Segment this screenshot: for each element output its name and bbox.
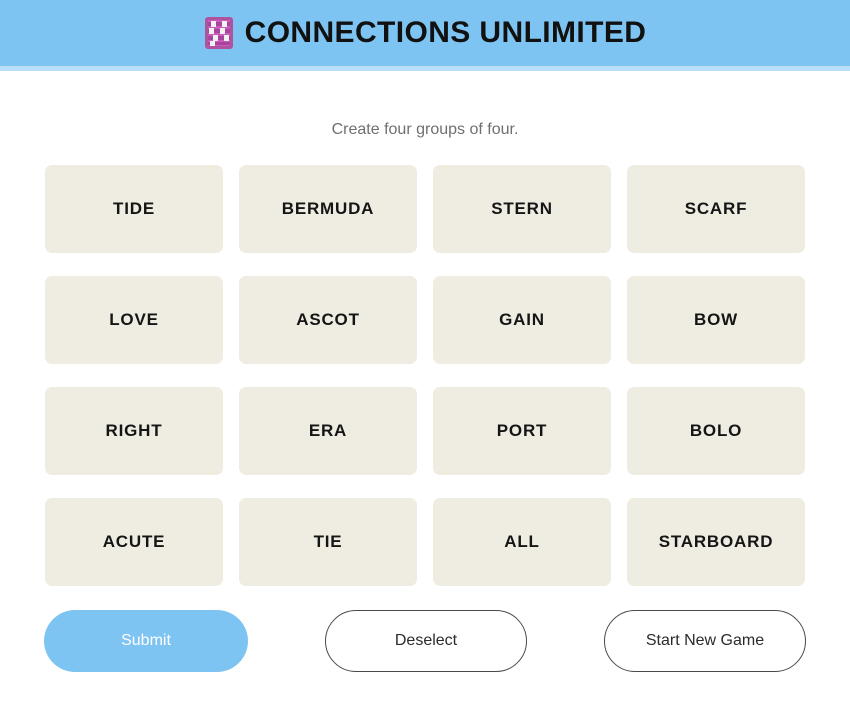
word-tile-label: RIGHT <box>106 421 163 441</box>
word-tile-label: TIDE <box>113 199 155 219</box>
word-tile[interactable]: ACUTE <box>45 498 223 586</box>
word-tile-label: STERN <box>491 199 553 219</box>
start-new-game-button-label: Start New Game <box>646 632 764 650</box>
word-tile[interactable]: TIDE <box>45 165 223 253</box>
word-tile-label: ASCOT <box>296 310 360 330</box>
word-tile[interactable]: ERA <box>239 387 417 475</box>
word-tile[interactable]: BOW <box>627 276 805 364</box>
submit-button[interactable]: Submit <box>44 610 248 672</box>
word-tile[interactable]: LOVE <box>45 276 223 364</box>
word-tile-label: ALL <box>504 532 539 552</box>
instruction-text: Create four groups of four. <box>0 121 850 139</box>
deselect-button-label: Deselect <box>395 632 457 650</box>
abacus-icon <box>204 16 234 50</box>
word-tile-label: ACUTE <box>103 532 166 552</box>
app-header: CONNECTIONS UNLIMITED <box>0 0 850 66</box>
word-tile[interactable]: PORT <box>433 387 611 475</box>
control-bar: Submit Deselect Start New Game <box>30 610 820 672</box>
word-tile[interactable]: TIE <box>239 498 417 586</box>
word-tile[interactable]: BERMUDA <box>239 165 417 253</box>
deselect-button[interactable]: Deselect <box>325 610 527 672</box>
word-tile-label: ERA <box>309 421 347 441</box>
header-underline <box>0 66 850 71</box>
word-tile-label: BOW <box>694 310 738 330</box>
word-tile-label: PORT <box>497 421 547 441</box>
word-tile[interactable]: STARBOARD <box>627 498 805 586</box>
page-title: CONNECTIONS UNLIMITED <box>245 16 647 50</box>
word-tile-label: GAIN <box>499 310 545 330</box>
word-tile[interactable]: STERN <box>433 165 611 253</box>
word-tile[interactable]: GAIN <box>433 276 611 364</box>
word-tile[interactable]: ASCOT <box>239 276 417 364</box>
word-tile-label: TIE <box>314 532 343 552</box>
header-inner: CONNECTIONS UNLIMITED <box>204 16 647 50</box>
start-new-game-button[interactable]: Start New Game <box>604 610 806 672</box>
word-tile-label: STARBOARD <box>659 532 774 552</box>
submit-button-label: Submit <box>121 632 171 650</box>
word-tile-label: BOLO <box>690 421 742 441</box>
word-tile-label: SCARF <box>685 199 748 219</box>
word-tile[interactable]: RIGHT <box>45 387 223 475</box>
word-tile-label: LOVE <box>109 310 159 330</box>
word-tile[interactable]: ALL <box>433 498 611 586</box>
word-grid: TIDE BERMUDA STERN SCARF LOVE ASCOT GAIN… <box>45 165 805 586</box>
word-tile[interactable]: SCARF <box>627 165 805 253</box>
word-tile[interactable]: BOLO <box>627 387 805 475</box>
word-tile-label: BERMUDA <box>282 199 374 219</box>
